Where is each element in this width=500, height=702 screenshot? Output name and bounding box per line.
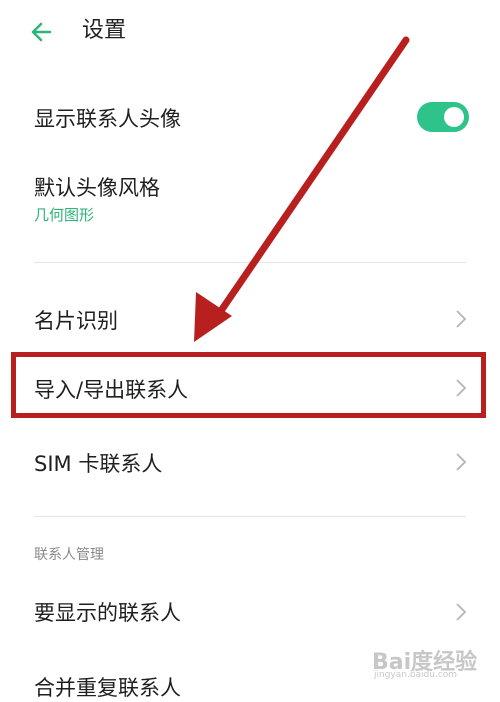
baidu-watermark: Bai度经验 jingyan.baidu.com	[372, 636, 497, 684]
annotation-arrow-icon	[194, 36, 410, 342]
watermark-domain: jingyan.baidu.com	[374, 670, 458, 680]
